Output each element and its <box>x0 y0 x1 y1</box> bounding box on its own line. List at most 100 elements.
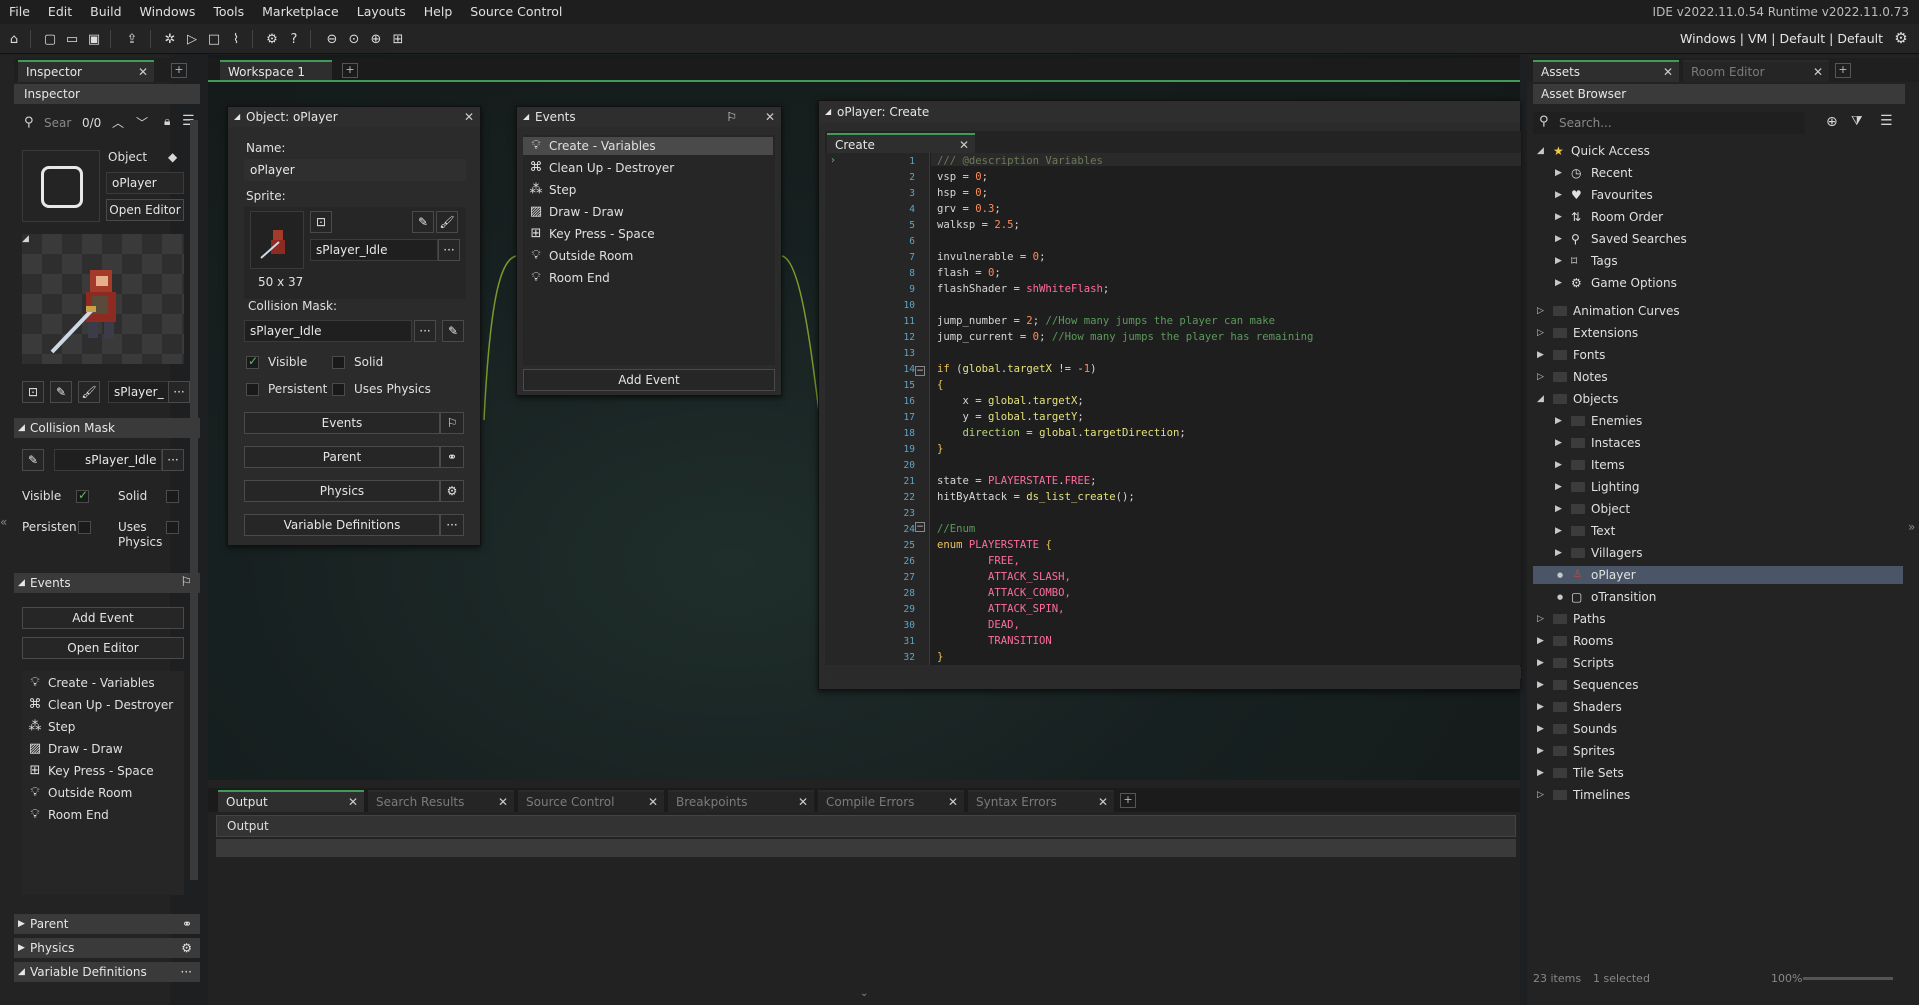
edit-sprite-icon[interactable]: ✎ <box>50 381 72 403</box>
tree-item[interactable]: ▶ Text <box>1533 522 1833 540</box>
add-event-button[interactable]: Add Event <box>523 369 775 391</box>
add-tab-icon[interactable]: + <box>1835 63 1851 78</box>
list-item[interactable]: ⌘ Clean Up - Destroyer <box>523 159 675 177</box>
tab-assets[interactable]: Assets ✕ <box>1533 60 1679 82</box>
sprite-thumbnail[interactable] <box>250 211 304 269</box>
tree-group[interactable]: ▶ Scripts <box>1533 654 1833 672</box>
code-hscrollbar[interactable] <box>825 667 1521 679</box>
menu-item[interactable]: Help <box>415 0 462 24</box>
tree-group[interactable]: ▶ Shaders <box>1533 698 1833 716</box>
list-item[interactable]: ▨ Draw - Draw <box>22 740 123 758</box>
tree-objects[interactable]: ◢ Objects <box>1533 390 1833 408</box>
tree-group[interactable]: ▷ Extensions <box>1533 324 1833 342</box>
tree-group[interactable]: ▷ Timelines <box>1533 786 1833 804</box>
tree-item[interactable]: ▶ ⚙ Game Options <box>1533 274 1833 292</box>
menu-item[interactable]: Build <box>81 0 130 24</box>
lock-icon[interactable]: 🔒︎ <box>164 114 170 129</box>
list-item[interactable]: ⁂ Step <box>523 181 577 199</box>
zoom-out-icon[interactable]: ⊖ <box>322 29 342 49</box>
edit-sprite-icon[interactable]: ✎ <box>412 211 434 233</box>
collision-more-button[interactable]: ··· <box>414 320 436 342</box>
events-section[interactable]: ◢ Events ⚐ <box>14 573 200 593</box>
export-icon[interactable]: ⇪ <box>122 29 142 49</box>
collision-edit-icon[interactable]: ✎ <box>22 449 44 471</box>
code-window-header[interactable]: ◢ oPlayer: Create <box>819 101 1520 123</box>
clean-icon[interactable]: ⌇ <box>226 29 246 49</box>
save-icon[interactable]: ▣ <box>84 29 104 49</box>
menu-item[interactable]: File <box>0 0 39 24</box>
collision-more-button[interactable]: ··· <box>162 449 184 471</box>
persistent-checkbox[interactable] <box>246 383 259 396</box>
chevron-down-icon[interactable]: ﹀ <box>136 114 148 131</box>
object-name-input[interactable]: oPlayer <box>244 159 466 181</box>
tree-group[interactable]: ▶ Rooms <box>1533 632 1833 650</box>
variable-definitions-button[interactable]: Variable Definitions <box>244 514 440 536</box>
list-item[interactable]: 💡︎ Create - Variables <box>22 674 154 692</box>
asset-search-box[interactable]: ⚲ Search... <box>1533 112 1805 134</box>
collision-mask-field[interactable]: sPlayer_Idle <box>54 449 162 471</box>
list-item[interactable]: ▨ Draw - Draw <box>523 203 624 221</box>
inspector-sprite-field[interactable]: sPlayer_ <box>108 381 170 403</box>
zoom-slider[interactable] <box>1803 977 1893 980</box>
target-gear-icon[interactable]: ⚙ <box>1891 29 1911 49</box>
open-editor-button[interactable]: Open Editor <box>106 199 184 221</box>
parent-button[interactable]: Parent <box>244 446 440 468</box>
uses-physics-checkbox[interactable] <box>332 383 345 396</box>
brush-icon[interactable]: 🖌︎ <box>436 211 458 233</box>
tree-item[interactable]: ▶ Villagers <box>1533 544 1833 562</box>
flag-icon[interactable]: ⚐ <box>440 412 464 434</box>
menu-item[interactable]: Windows <box>131 0 205 24</box>
variable-definitions-section[interactable]: ◢ Variable Definitions ··· <box>14 962 200 982</box>
tab-create[interactable]: Create ✕ <box>827 133 975 153</box>
list-item[interactable]: 💡︎ Create - Variables <box>523 137 773 155</box>
tree-item[interactable]: ▶ ⚲ Saved Searches <box>1533 230 1833 248</box>
open-editor-events-button[interactable]: Open Editor <box>22 637 184 659</box>
add-asset-icon[interactable]: ⊕ <box>1826 114 1838 130</box>
output-content[interactable] <box>216 839 1516 857</box>
tab-compile-errors[interactable]: Compile Errors ✕ <box>818 790 964 812</box>
asset-search-input[interactable]: Search... <box>1559 116 1612 130</box>
tree-group[interactable]: ▶ Sprites <box>1533 742 1833 760</box>
tree-item[interactable]: ▶ ⌑ Tags <box>1533 252 1833 270</box>
solid-checkbox[interactable] <box>166 490 179 503</box>
tab-search-results[interactable]: Search Results ✕ <box>368 790 514 812</box>
tab-output[interactable]: Output ✕ <box>218 790 364 812</box>
list-item[interactable]: 💡︎ Room End <box>22 806 108 824</box>
persistent-checkbox[interactable] <box>78 521 91 534</box>
tree-item[interactable]: ▶ Object <box>1533 500 1833 518</box>
object-window-header[interactable]: ◢ Object: oPlayer ✕ <box>228 107 480 127</box>
menu-item[interactable]: Tools <box>204 0 253 24</box>
tree-item[interactable]: ▶ ⇅ Room Order <box>1533 208 1833 226</box>
menu-item[interactable]: Edit <box>39 0 81 24</box>
tab-workspace-1[interactable]: Workspace 1 <box>220 60 332 82</box>
more-icon[interactable]: ··· <box>440 514 464 536</box>
tab-syntax-errors[interactable]: Syntax Errors ✕ <box>968 790 1114 812</box>
tab-breakpoints[interactable]: Breakpoints ✕ <box>668 790 814 812</box>
tag-icon[interactable]: ◆ <box>168 150 177 164</box>
tree-group[interactable]: ▶ Fonts <box>1533 346 1833 364</box>
zoom-reset-icon[interactable]: ⊙ <box>344 29 364 49</box>
menu-item[interactable]: Layouts <box>348 0 415 24</box>
tree-item-selected[interactable]: ● ♙ oPlayer <box>1533 566 1903 584</box>
stop-icon[interactable]: □ <box>204 29 224 49</box>
code-editor[interactable]: › − − 1 2 3 4 5 6 7 8 9 10 11 12 13 14 15 16 17 18 19 20 21 2… <box>825 153 1521 665</box>
add-event-button[interactable]: Add Event <box>22 607 184 629</box>
add-tab-icon[interactable]: + <box>171 63 187 78</box>
tree-group[interactable]: ▷ Notes <box>1533 368 1833 386</box>
debug-icon[interactable]: ✲ <box>160 29 180 49</box>
list-item[interactable]: ⁂ Step <box>22 718 76 736</box>
collapse-triangle-icon[interactable]: ◢ <box>22 234 29 244</box>
gear-icon[interactable]: ⚙ <box>440 480 464 502</box>
sprite-field[interactable]: sPlayer_Idle <box>310 239 438 261</box>
inspector-scrollbar[interactable] <box>190 120 198 880</box>
tree-group[interactable]: ▶ Sounds <box>1533 720 1833 738</box>
tree-group[interactable]: ▶ Tile Sets <box>1533 764 1833 782</box>
tree-item[interactable]: ▶ Lighting <box>1533 478 1833 496</box>
zoom-in-icon[interactable]: ⊕ <box>366 29 386 49</box>
home-icon[interactable]: ⌂ <box>4 29 24 49</box>
new-sprite-icon[interactable]: ⊡ <box>22 381 44 403</box>
collision-mask-section[interactable]: ◢ Collision Mask <box>14 418 200 438</box>
visible-checkbox[interactable] <box>76 488 89 503</box>
sprite-more-button[interactable]: ··· <box>438 239 460 261</box>
list-item[interactable]: 💡︎ Outside Room <box>22 784 132 802</box>
